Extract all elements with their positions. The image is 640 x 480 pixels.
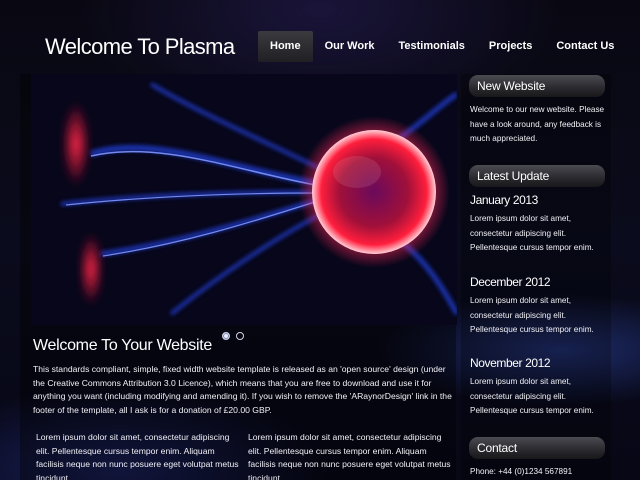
nav-home[interactable]: Home [258, 31, 313, 62]
slider-dot-1[interactable] [222, 332, 230, 340]
update-text: Lorem ipsum dolor sit amet, consectetur … [470, 296, 594, 334]
update-date: January 2013 [470, 193, 538, 207]
new-website-text: Welcome to our new website. Please have … [470, 105, 605, 143]
content-column-left: Lorem ipsum dolor sit amet, consectetur … [36, 432, 239, 480]
contact-phone: Phone: +44 (0)1234 567891 [470, 467, 573, 476]
latest-update-heading: Latest Update [469, 165, 605, 187]
slider-pagination [222, 332, 244, 340]
slider-banner-image[interactable] [31, 74, 457, 325]
plasma-ball-image [31, 74, 457, 325]
page-heading: Welcome To Your Website [33, 337, 212, 354]
nav-contact-us[interactable]: Contact Us [544, 31, 626, 62]
new-website-heading: New Website [469, 75, 605, 97]
nav-our-work[interactable]: Our Work [313, 31, 387, 62]
update-text: Lorem ipsum dolor sit amet, consectetur … [470, 214, 594, 252]
slider-dot-2[interactable] [236, 332, 244, 340]
update-date: November 2012 [470, 356, 551, 370]
contact-heading: Contact [469, 437, 605, 459]
main-nav: Home Our Work Testimonials Projects Cont… [258, 31, 626, 62]
site-title[interactable]: Welcome To Plasma [45, 34, 235, 60]
content-column-right: Lorem ipsum dolor sit amet, consectetur … [248, 432, 451, 480]
intro-paragraph: This standards compliant, simple, fixed … [33, 364, 452, 415]
nav-projects[interactable]: Projects [477, 31, 544, 62]
nav-testimonials[interactable]: Testimonials [386, 31, 476, 62]
update-text: Lorem ipsum dolor sit amet, consectetur … [470, 377, 594, 415]
update-date: December 2012 [470, 275, 551, 289]
